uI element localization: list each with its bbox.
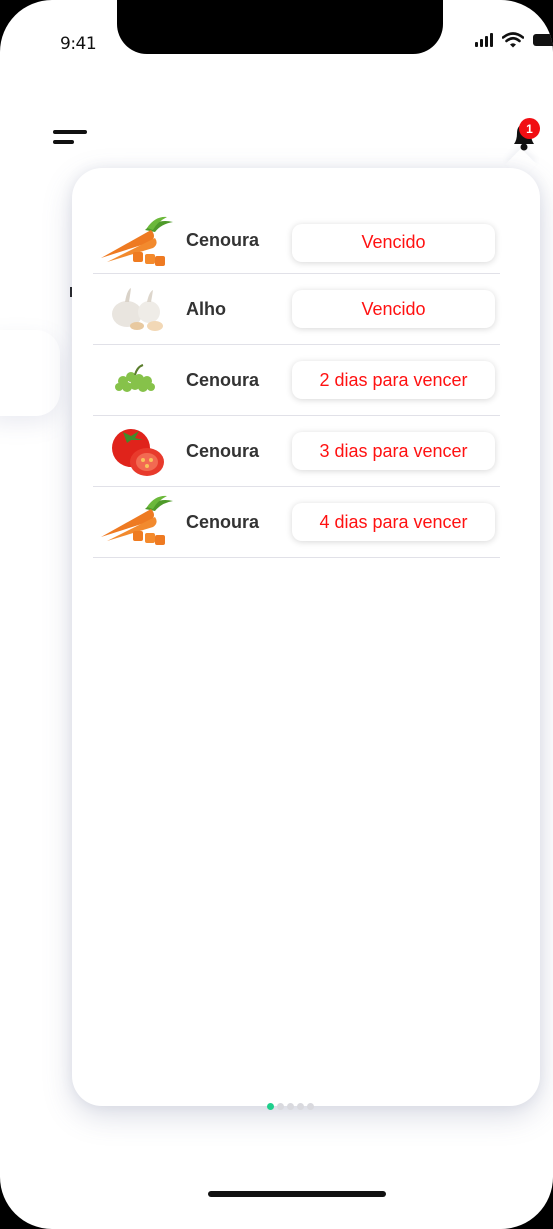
expiry-status: Vencido (292, 223, 495, 262)
item-name: Cenoura (186, 440, 260, 461)
cellular-signal-icon (475, 33, 493, 47)
notification-badge: 1 (519, 118, 540, 139)
notification-item[interactable]: Cenoura Vencido (93, 208, 500, 274)
notification-item[interactable]: Cenoura 4 dias para vencer (93, 487, 500, 558)
item-name: Cenoura (186, 230, 260, 250)
page-dot[interactable] (297, 1103, 304, 1110)
page-dot[interactable] (287, 1103, 294, 1110)
expiry-status: 3 dias para vencer (292, 432, 495, 470)
expiry-status: Vencido (292, 290, 495, 328)
page-indicator[interactable] (267, 1103, 314, 1110)
hamburger-menu-icon[interactable] (53, 130, 87, 146)
garlic-icon (112, 288, 163, 331)
status-time: 9:41 (60, 34, 97, 54)
notification-item[interactable]: Cenoura 3 dias para vencer (93, 416, 500, 487)
battery-icon (533, 34, 553, 46)
notification-item[interactable]: Cenoura 2 dias para vencer (93, 345, 500, 416)
tomato-icon (112, 429, 164, 476)
page-dot[interactable] (307, 1103, 314, 1110)
status-icons (475, 30, 553, 50)
expiry-status: 2 dias para vencer (292, 361, 495, 399)
page-dot[interactable] (277, 1103, 284, 1110)
item-name: Cenoura (186, 511, 260, 532)
page-dot-active[interactable] (267, 1103, 274, 1110)
home-indicator[interactable] (208, 1191, 386, 1197)
expiry-status: 4 dias para vencer (292, 503, 495, 541)
notification-list: Cenoura Vencido Alho Vencido Cenoura 2 d… (93, 208, 500, 558)
item-name: Alho (186, 298, 226, 319)
background-card (0, 330, 60, 416)
notification-item[interactable]: Alho Vencido (93, 274, 500, 345)
carrot-icon (101, 216, 173, 266)
phone-screen: 9:41 1 Cenoura Vencido Alho Vencido Ceno… (0, 0, 553, 1229)
device-notch (117, 0, 443, 54)
wifi-icon (502, 32, 524, 48)
item-name: Cenoura (186, 369, 260, 390)
grapes-icon (115, 364, 155, 392)
carrot-icon (101, 495, 173, 545)
